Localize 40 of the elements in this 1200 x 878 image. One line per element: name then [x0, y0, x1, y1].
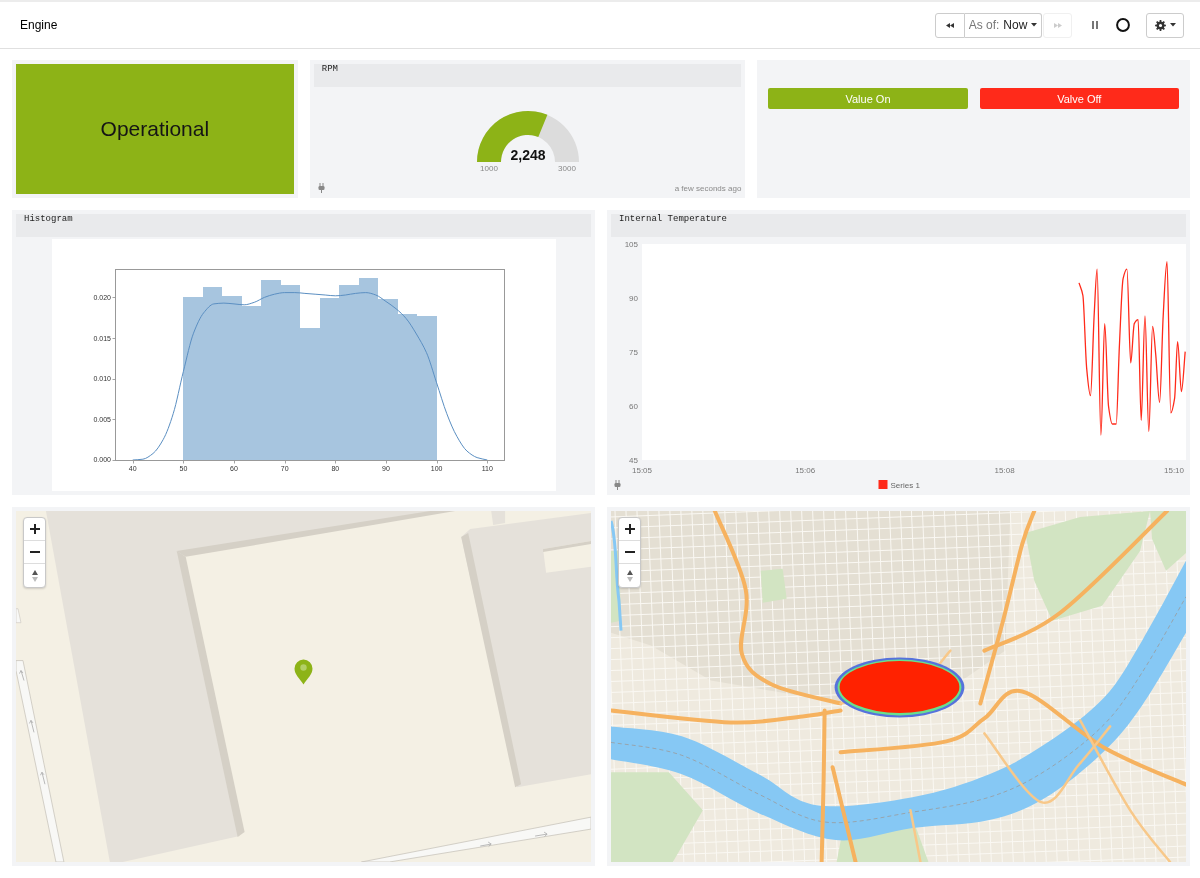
- settings-button[interactable]: [1146, 12, 1184, 38]
- as-of-dropdown[interactable]: As of: Now: [965, 12, 1042, 38]
- y-tick-label: 45: [629, 456, 638, 465]
- gauge-value: 2,248: [510, 147, 546, 163]
- x-tick-label: 15:05: [632, 466, 652, 475]
- action-button[interactable]: Value On: [768, 88, 968, 109]
- y-tick-label: 60: [629, 402, 638, 411]
- widget-title: Internal Temperature: [611, 214, 1186, 237]
- x-tick-label: 15:10: [1164, 466, 1184, 475]
- pause-icon: [1092, 21, 1098, 29]
- minus-icon: [29, 551, 40, 553]
- x-tick-label: 15:08: [994, 466, 1015, 475]
- y-tick-label: 105: [624, 240, 638, 249]
- y-tick-label: 75: [629, 348, 638, 357]
- minus-icon: [624, 551, 635, 553]
- gauge-max-label: 3000: [557, 164, 576, 173]
- compass-icon: [626, 569, 633, 582]
- widget-title: Histogram: [16, 214, 591, 237]
- gauge-min-label: 1000: [479, 164, 498, 173]
- rewind-icon: [946, 22, 954, 28]
- caret-icon: [1169, 23, 1176, 27]
- circle-icon: [1116, 18, 1130, 32]
- plug-icon: [317, 183, 325, 193]
- plus-icon: [29, 524, 40, 534]
- map-pin-icon: [294, 659, 313, 685]
- compass-icon: [31, 569, 38, 582]
- page-title: Engine: [20, 18, 58, 32]
- x-tick-label: 15:06: [795, 466, 816, 475]
- fast-forward-icon: [1053, 22, 1062, 28]
- status-indicator: Operational: [16, 64, 294, 194]
- gear-icon: [1154, 19, 1166, 31]
- caret-icon: [1031, 23, 1038, 27]
- y-tick-label: 90: [629, 294, 638, 303]
- updated-time: a few seconds ago: [674, 183, 742, 193]
- action-button[interactable]: Valve Off: [979, 88, 1179, 109]
- plus-icon: [624, 524, 635, 534]
- legend-label: Series 1: [890, 480, 920, 490]
- widget-title: RPM: [313, 64, 742, 87]
- plug-icon: [614, 479, 621, 490]
- rewind-button[interactable]: [935, 12, 965, 38]
